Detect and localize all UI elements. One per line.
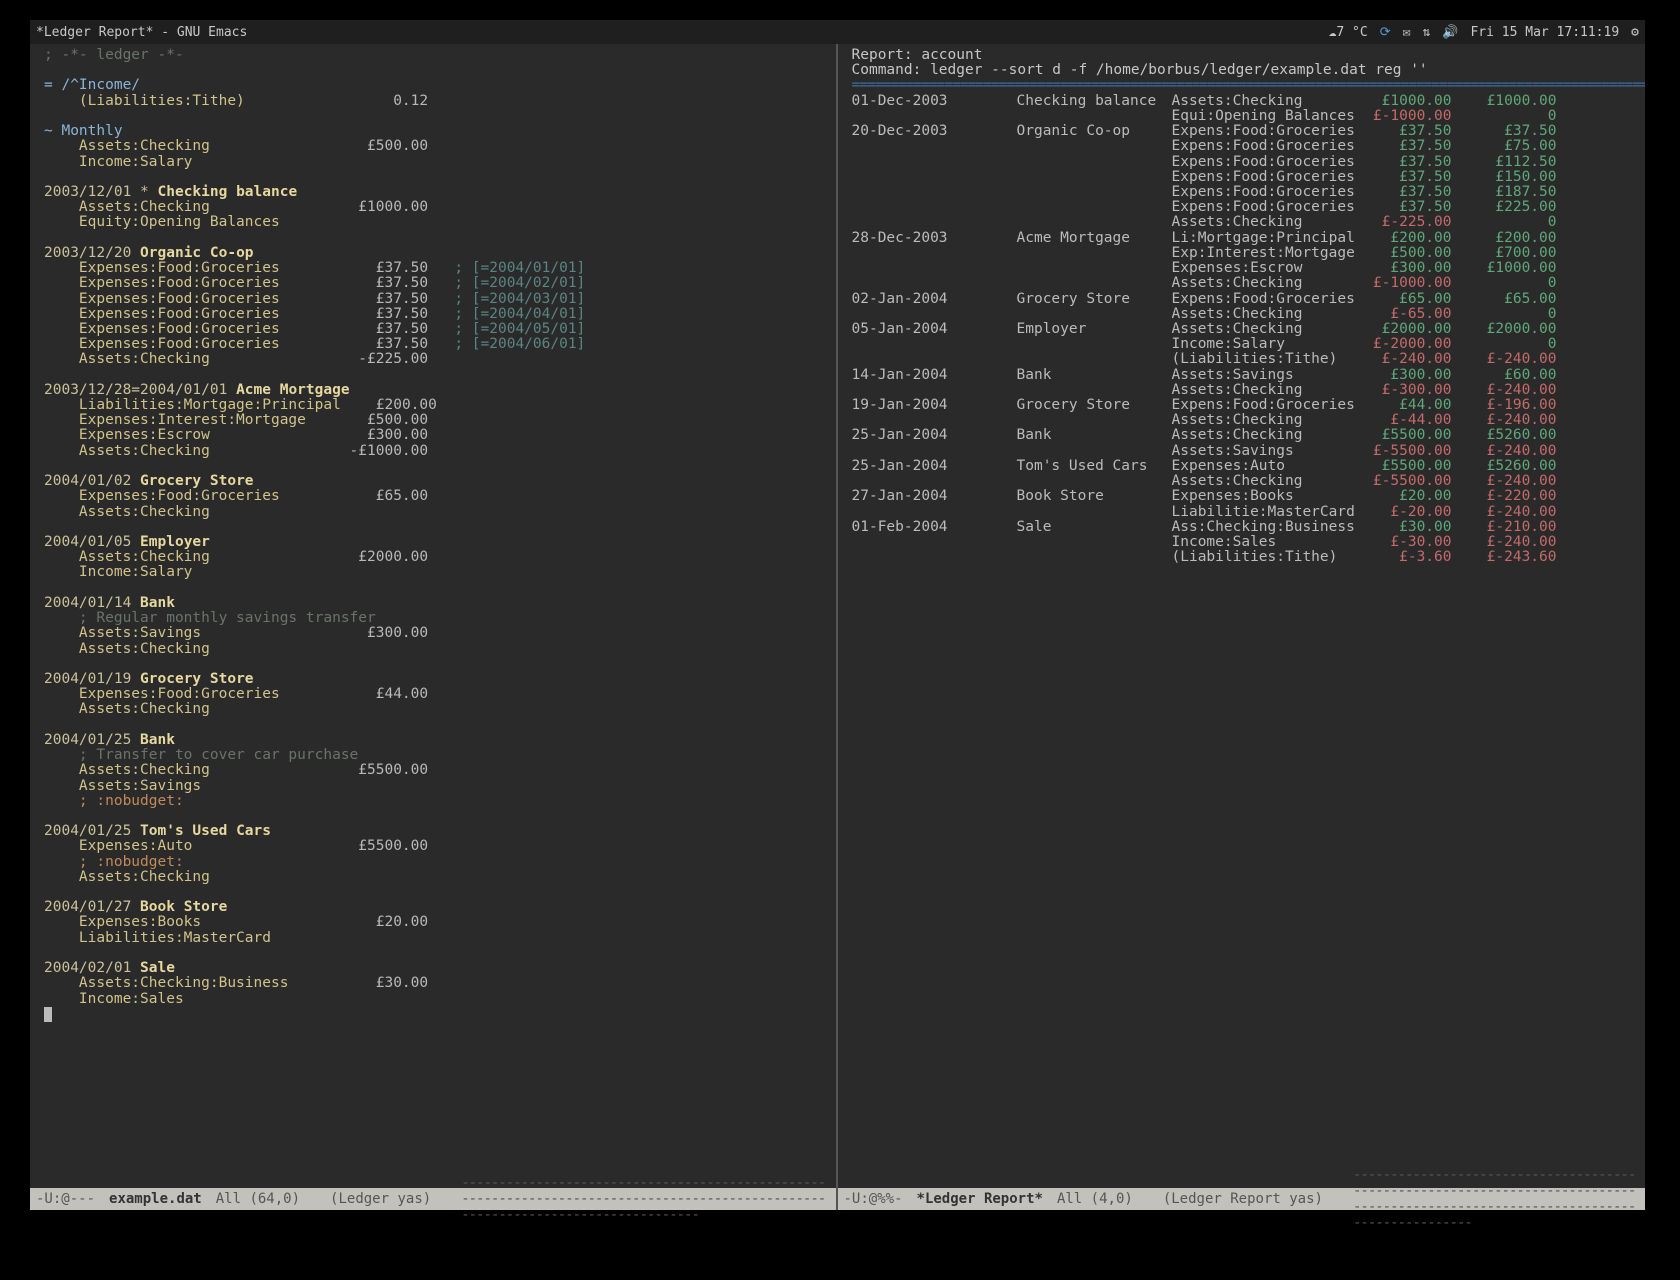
register-row[interactable]: Assets:Checking£-44.00£-240.00 [852,413,1638,428]
report-divider: ========================================… [852,78,1638,93]
mail-icon[interactable]: ✉ [1403,25,1411,40]
register-row[interactable]: 25-Jan-2004Tom's Used CarsExpenses:Auto£… [852,459,1638,474]
network-icon[interactable]: ⇅ [1422,25,1430,40]
modeline-position: All (64,0) [216,1191,300,1207]
left-pane[interactable]: ; -*- ledger -*- = /^Income/ (Liabilitie… [30,44,838,1210]
clock: Fri 15 Mar 17:11:19 [1470,25,1619,40]
register-row[interactable]: (Liabilities:Tithe)£-240.00£-240.00 [852,352,1638,367]
register-row[interactable]: Assets:Checking£-1000.000 [852,276,1638,291]
titlebar: *Ledger Report* - GNU Emacs ☁ 7 °C ⟳ ✉ ⇅… [30,20,1645,44]
register-row[interactable]: 20-Dec-2003Organic Co-opExpens:Food:Groc… [852,124,1638,139]
register-row[interactable]: Expens:Food:Groceries£37.50£187.50 [852,185,1638,200]
reload-icon[interactable]: ⟳ [1380,25,1391,40]
register-row[interactable]: Expens:Food:Groceries£37.50£75.00 [852,139,1638,154]
modeline-modes: (Ledger yas) [300,1191,461,1207]
emacs-frame: *Ledger Report* - GNU Emacs ☁ 7 °C ⟳ ✉ ⇅… [30,20,1645,1210]
register-row[interactable]: Assets:Checking£-225.000 [852,215,1638,230]
register-row[interactable]: Income:Sales£-30.00£-240.00 [852,535,1638,550]
register-row[interactable]: 05-Jan-2004EmployerAssets:Checking£2000.… [852,322,1638,337]
weather-text: 7 °C [1336,25,1367,40]
ledger-report-buffer[interactable]: Report: accountCommand: ledger --sort d … [838,44,1646,1188]
register-row[interactable]: Assets:Checking£-300.00£-240.00 [852,383,1638,398]
tray: ☁ 7 °C ⟳ ✉ ⇅ 🔊 Fri 15 Mar 17:11:19 ⚙ [1329,25,1639,40]
register-row[interactable]: (Liabilities:Tithe)£-3.60£-243.60 [852,550,1638,565]
modeline-buffer-name: example.dat [95,1191,216,1207]
register-row[interactable]: Assets:Checking£-65.000 [852,307,1638,322]
right-pane[interactable]: Report: accountCommand: ledger --sort d … [838,44,1646,1210]
modeline-rule: ----------------------------------------… [461,1175,829,1223]
register-row[interactable]: 25-Jan-2004BankAssets:Checking£5500.00£5… [852,428,1638,443]
gear-icon[interactable]: ⚙ [1631,25,1639,40]
register-row[interactable]: Income:Salary£-2000.000 [852,337,1638,352]
register-row[interactable]: 02-Jan-2004Grocery StoreExpens:Food:Groc… [852,292,1638,307]
window-title: *Ledger Report* - GNU Emacs [36,25,247,40]
register-row[interactable]: 01-Feb-2004SaleAss:Checking:Business£30.… [852,520,1638,535]
register-row[interactable]: Assets:Savings£-5500.00£-240.00 [852,444,1638,459]
register-row[interactable]: Expens:Food:Groceries£37.50£225.00 [852,200,1638,215]
register-row[interactable]: 01-Dec-2003Checking balanceAssets:Checki… [852,94,1638,109]
register-row[interactable]: 28-Dec-2003Acme MortgageLi:Mortgage:Prin… [852,231,1638,246]
register-row[interactable]: Expens:Food:Groceries£37.50£150.00 [852,170,1638,185]
weather-icon[interactable]: ☁ 7 °C [1329,25,1368,40]
modeline-rule: ----------------------------------------… [1353,1167,1639,1231]
volume-icon[interactable]: 🔊 [1442,25,1458,40]
register-row[interactable]: Equi:Opening Balances£-1000.000 [852,109,1638,124]
modeline-position: All (4,0) [1057,1191,1133,1207]
modeline-left: -U:@--- example.dat All (64,0) (Ledger y… [30,1188,836,1210]
register-row[interactable]: Liabilitie:MasterCard£-20.00£-240.00 [852,505,1638,520]
report-title: Report: account [852,48,1638,63]
register-row[interactable]: Exp:Interest:Mortgage£500.00£700.00 [852,246,1638,261]
modeline-right: -U:@%%- *Ledger Report* All (4,0) (Ledge… [838,1188,1646,1210]
modeline-buffer-name: *Ledger Report* [903,1191,1057,1207]
register-row[interactable]: 27-Jan-2004Book StoreExpenses:Books£20.0… [852,489,1638,504]
register-row[interactable]: 14-Jan-2004BankAssets:Savings£300.00£60.… [852,368,1638,383]
register-row[interactable]: Expens:Food:Groceries£37.50£112.50 [852,155,1638,170]
modeline-modes: (Ledger Report yas) [1133,1191,1353,1207]
register-row[interactable]: 19-Jan-2004Grocery StoreExpens:Food:Groc… [852,398,1638,413]
register-row[interactable]: Expenses:Escrow£300.00£1000.00 [852,261,1638,276]
modeline-state: -U:@%%- [844,1191,903,1207]
report-command: Command: ledger --sort d -f /home/borbus… [852,63,1638,78]
modeline-state: -U:@--- [36,1191,95,1207]
register-row[interactable]: Assets:Checking£-5500.00£-240.00 [852,474,1638,489]
ledger-source-buffer[interactable]: ; -*- ledger -*- = /^Income/ (Liabilitie… [30,44,836,1188]
